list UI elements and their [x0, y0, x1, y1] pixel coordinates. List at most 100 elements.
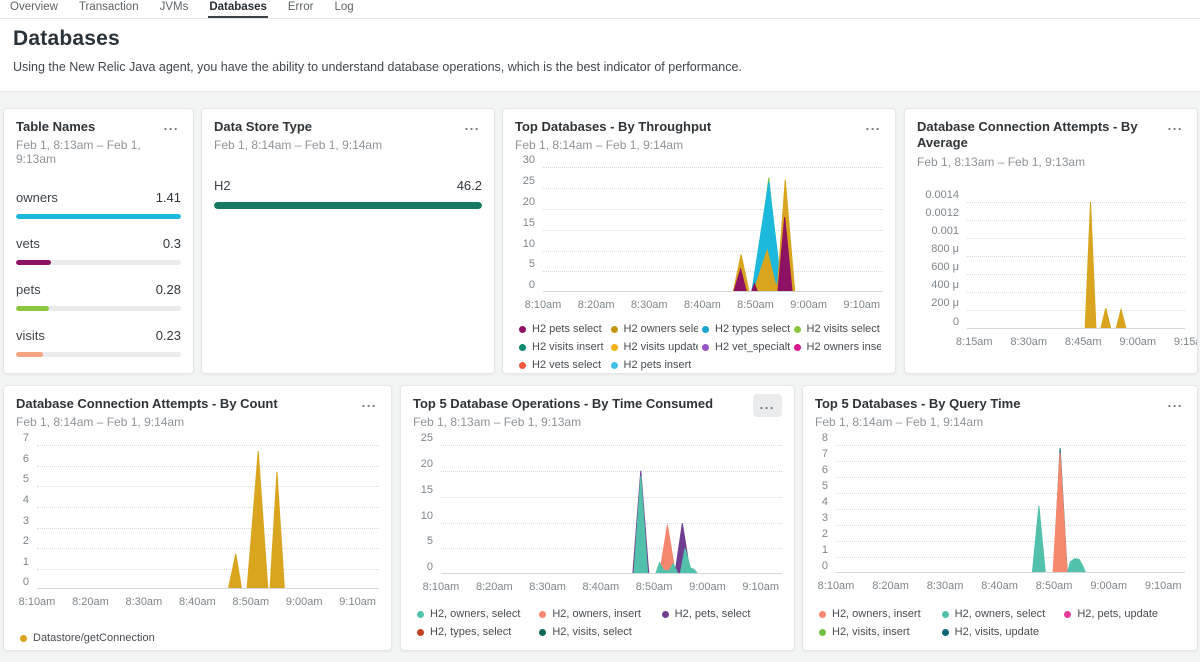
tab-overview[interactable]: Overview — [9, 0, 59, 18]
y-axis-label: 20 — [413, 459, 433, 470]
legend-label: H2, visits, update — [955, 626, 1039, 638]
x-axis-label: 8:40am — [684, 300, 721, 311]
legend-item[interactable]: H2, types, select — [417, 626, 535, 638]
bar-fill — [16, 306, 49, 311]
legend-item[interactable]: H2 owners insert — [794, 341, 882, 353]
x-axis-label: 8:10am — [525, 300, 562, 311]
bar-track — [16, 306, 181, 311]
card-header: Top Databases - By Throughput Feb 1, 8:1… — [515, 119, 883, 152]
card-time-range: Feb 1, 8:14am – Feb 1, 9:14am — [214, 138, 382, 152]
x-axis-label: 8:40am — [583, 582, 620, 593]
chart-area: 2520151050 — [413, 445, 782, 574]
y-axis-label: 4 — [815, 497, 828, 508]
bar-row-text: visits0.23 — [16, 328, 181, 343]
legend-item[interactable]: Datastore/getConnection — [20, 632, 377, 644]
legend-dot — [20, 635, 27, 642]
legend-item[interactable]: H2, owners, insert — [539, 608, 657, 620]
x-axis-label: 8:50am — [737, 300, 774, 311]
legend-item[interactable]: H2, owners, select — [942, 608, 1061, 620]
bar-row[interactable]: owners1.41 — [16, 190, 181, 219]
y-axis-label: 1 — [815, 545, 828, 556]
bar-row[interactable]: H246.2 — [214, 178, 482, 209]
x-axis-labels: 8:10am8:20am8:30am8:40am8:50am9:00am9:10… — [543, 300, 883, 313]
tab-log[interactable]: Log — [333, 0, 354, 18]
legend-dot — [519, 362, 526, 369]
y-axis-label: 0 — [413, 562, 433, 573]
y-axis-label: 30 — [515, 155, 535, 166]
legend-dot — [611, 362, 618, 369]
x-axis-label: 8:30am — [631, 300, 668, 311]
bar-row[interactable]: visits0.23 — [16, 328, 181, 357]
card-db-connection-average: Database Connection Attempts - By Averag… — [904, 108, 1198, 374]
page-description: Using the New Relic Java agent, you have… — [13, 60, 1187, 74]
legend-item[interactable]: H2 vet_specialti… — [702, 341, 790, 353]
plot-area — [543, 167, 883, 292]
legend: H2 pets select H2 owners selectH2 types s… — [519, 323, 883, 371]
x-axis-label: 9:00am — [1090, 581, 1127, 592]
legend-dot — [417, 629, 424, 636]
legend-label: H2 vets select — [532, 359, 601, 371]
y-axis-label: 200 μ — [917, 298, 959, 309]
legend-item[interactable]: H2, visits, insert — [819, 626, 938, 638]
legend-item[interactable]: H2 owners select — [611, 323, 699, 335]
bar-label: pets — [16, 282, 41, 297]
card-menu-button[interactable]: ... — [1166, 396, 1185, 411]
card-top-databases-throughput: Top Databases - By Throughput Feb 1, 8:1… — [502, 108, 896, 374]
card-menu-button[interactable]: ... — [1166, 119, 1185, 134]
legend-item[interactable]: H2, owners, insert — [819, 608, 938, 620]
card-menu-button[interactable]: ... — [162, 119, 181, 134]
legend-item[interactable]: H2, pets, update — [1064, 608, 1183, 620]
legend-label: H2 visits insert — [532, 341, 604, 353]
legend-item[interactable]: H2 visits select — [794, 323, 882, 335]
chart-series-svg — [543, 167, 883, 292]
bar-row[interactable]: vets0.3 — [16, 236, 181, 265]
legend-item[interactable]: H2, visits, select — [539, 626, 657, 638]
legend-item[interactable]: Datastore/getConnection — [921, 372, 1183, 375]
bar-row[interactable]: pets 0.28 — [16, 282, 181, 311]
x-axis-label: 8:10am — [818, 581, 855, 592]
x-axis-label: 8:20am — [72, 597, 109, 608]
tab-databases[interactable]: Databases — [208, 0, 268, 18]
x-axis-label: 8:40am — [981, 581, 1018, 592]
card-time-range: Feb 1, 8:13am – Feb 1, 9:13am — [413, 415, 713, 429]
x-axis-label: 8:50am — [232, 597, 269, 608]
x-axis-label: 9:00am — [790, 300, 827, 311]
y-axis-label: 20 — [515, 197, 535, 208]
area-series — [1053, 453, 1067, 573]
bar-fill — [214, 202, 482, 209]
x-axis-label: 8:10am — [423, 582, 460, 593]
card-menu-button[interactable]: ... — [753, 394, 782, 417]
tab-transaction[interactable]: Transaction — [78, 0, 140, 18]
tab-error[interactable]: Error — [287, 0, 315, 18]
legend-label: H2 visits update — [624, 341, 699, 353]
card-header: Data Store Type Feb 1, 8:14am – Feb 1, 9… — [214, 119, 482, 152]
legend-item[interactable]: H2 visits update — [611, 341, 699, 353]
legend-item[interactable]: H2 visits insert — [519, 341, 607, 353]
page-title: Databases — [13, 27, 1187, 51]
card-menu-button[interactable]: ... — [360, 396, 379, 411]
legend-dot — [519, 326, 526, 333]
bar-value: 0.28 — [156, 282, 181, 297]
y-axis-label: 5 — [515, 259, 535, 270]
x-axis-label: 9:10am — [1145, 581, 1182, 592]
legend-item[interactable]: H2 pets select — [519, 323, 607, 335]
legend-item[interactable]: H2 types select — [702, 323, 790, 335]
y-axis-label: 5 — [815, 481, 828, 492]
legend-item[interactable]: H2, owners, select — [417, 608, 535, 620]
chart-area: 302520151050 — [515, 167, 883, 292]
y-axis-label: 2 — [16, 536, 29, 547]
x-axis-label: 9:00am — [286, 597, 323, 608]
tab-jvms[interactable]: JVMs — [159, 0, 190, 18]
legend-item[interactable]: H2, pets, select — [662, 608, 780, 620]
legend-item[interactable]: H2 pets insert — [611, 359, 699, 371]
page-header: Databases Using the New Relic Java agent… — [0, 19, 1200, 92]
legend-label: H2, visits, select — [552, 626, 631, 638]
bar-track — [214, 202, 482, 209]
chart-series-svg — [967, 202, 1185, 329]
legend: Datastore/getConnection — [20, 632, 379, 644]
card-menu-button[interactable]: ... — [463, 119, 482, 134]
legend-item[interactable]: H2, visits, update — [942, 626, 1061, 638]
legend-item[interactable]: H2 vets select — [519, 359, 607, 371]
legend-dot — [702, 344, 709, 351]
card-menu-button[interactable]: ... — [864, 119, 883, 134]
